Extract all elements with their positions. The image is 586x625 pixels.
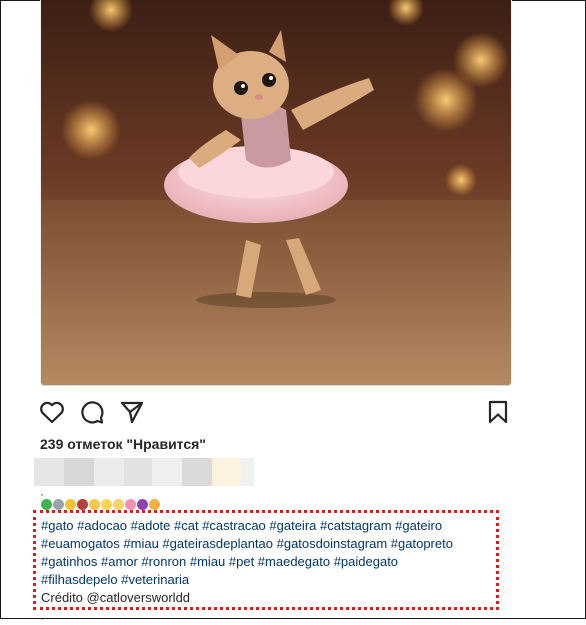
hashtag-line[interactable]: #euamogatos #miau #gateirasdeplantao #ga… bbox=[41, 535, 496, 553]
emoji-icon bbox=[113, 498, 124, 510]
emoji-icon bbox=[65, 498, 76, 510]
emoji-icon bbox=[125, 498, 136, 510]
bookmark-icon bbox=[488, 400, 508, 424]
comment-icon bbox=[81, 401, 104, 424]
hashtag-line[interactable]: #gatinhos #amor #ronron #miau #pet #maed… bbox=[41, 553, 496, 571]
emoji-icon bbox=[101, 498, 112, 510]
highlighted-caption: #gato #adocao #adote #cat #castracao #ga… bbox=[33, 510, 499, 610]
emoji-icon bbox=[149, 498, 160, 510]
hashtag-line[interactable]: #gato #adocao #adote #cat #castracao #ga… bbox=[41, 517, 496, 535]
emoji-row bbox=[41, 497, 160, 511]
emoji-icon bbox=[53, 498, 64, 510]
emoji-icon bbox=[77, 498, 88, 510]
post-actions bbox=[38, 398, 514, 426]
kitten-ballerina-image bbox=[41, 0, 511, 385]
share-icon bbox=[120, 401, 144, 424]
comment-button[interactable] bbox=[78, 398, 106, 426]
post-image[interactable] bbox=[40, 0, 512, 386]
emoji-icon bbox=[89, 498, 100, 510]
blurred-username bbox=[34, 458, 254, 486]
save-button[interactable] bbox=[484, 398, 512, 426]
emoji-icon bbox=[41, 498, 52, 510]
truncated-next-line: · bbox=[40, 611, 44, 625]
credit-line: Crédito @catloversworldd bbox=[41, 590, 191, 605]
share-button[interactable] bbox=[118, 398, 146, 426]
like-button[interactable] bbox=[38, 398, 66, 426]
hashtag-line[interactable]: #filhasdepelo #veterinaria bbox=[41, 571, 496, 589]
heart-icon bbox=[40, 401, 64, 424]
likes-count[interactable]: 239 отметок "Нравится" bbox=[40, 436, 206, 452]
emoji-icon bbox=[137, 498, 148, 510]
